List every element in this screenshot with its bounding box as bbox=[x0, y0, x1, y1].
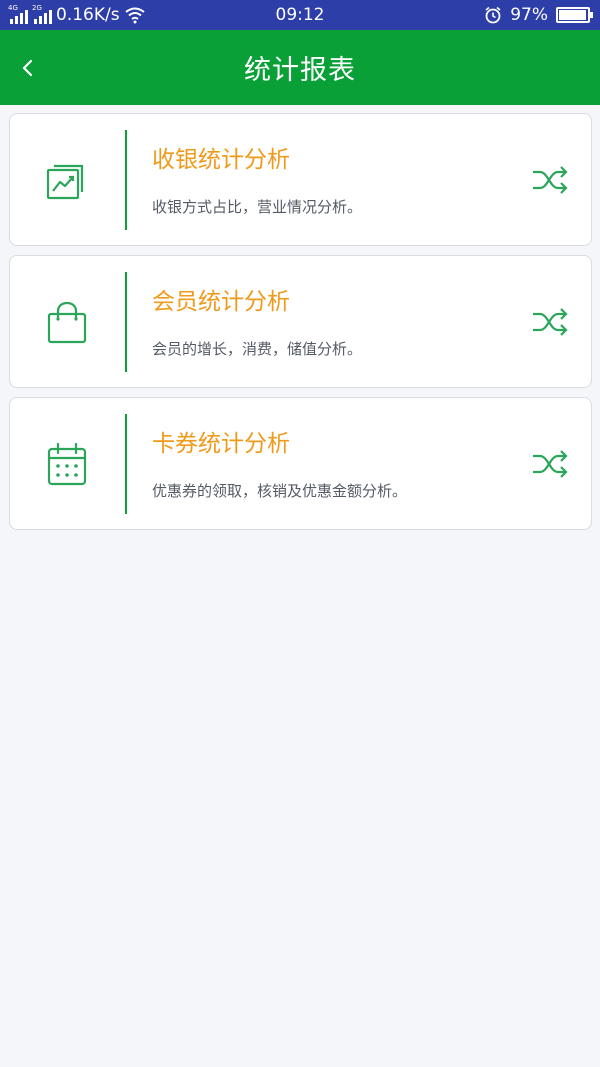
card-title: 收银统计分析 bbox=[152, 147, 290, 173]
report-card-cashier[interactable]: 收银统计分析 收银方式占比，营业情况分析。 bbox=[9, 113, 592, 246]
back-button[interactable] bbox=[14, 50, 42, 86]
card-description: 会员的增长，消费，储值分析。 bbox=[152, 340, 363, 358]
chevron-left-icon bbox=[22, 59, 33, 77]
card-title: 卡券统计分析 bbox=[152, 431, 290, 457]
page-title: 统计报表 bbox=[244, 55, 356, 86]
app-bar: 统计报表 bbox=[0, 30, 600, 105]
shuffle-icon[interactable] bbox=[531, 164, 569, 196]
card-divider bbox=[125, 130, 127, 230]
shopping-bag-icon bbox=[47, 301, 87, 344]
alarm-icon bbox=[485, 6, 501, 24]
card-divider bbox=[125, 272, 127, 372]
report-card-member[interactable]: 会员统计分析 会员的增长，消费，储值分析。 bbox=[9, 255, 592, 388]
report-card-coupon[interactable]: 卡券统计分析 优惠券的领取，核销及优惠金额分析。 bbox=[9, 397, 592, 530]
status-bar: 4G 2G 0.16K/s 09:12 97% bbox=[0, 0, 600, 30]
battery-icon bbox=[556, 7, 593, 23]
calendar-icon bbox=[47, 442, 87, 486]
card-title: 会员统计分析 bbox=[152, 289, 290, 315]
battery-percent: 97% bbox=[510, 5, 548, 25]
status-right: 97% bbox=[484, 0, 593, 30]
shuffle-icon[interactable] bbox=[531, 448, 569, 480]
card-divider bbox=[125, 414, 127, 514]
card-description: 收银方式占比，营业情况分析。 bbox=[152, 198, 363, 216]
chart-icon bbox=[46, 164, 84, 200]
card-description: 优惠券的领取，核销及优惠金额分析。 bbox=[152, 482, 408, 500]
shuffle-icon[interactable] bbox=[531, 306, 569, 338]
